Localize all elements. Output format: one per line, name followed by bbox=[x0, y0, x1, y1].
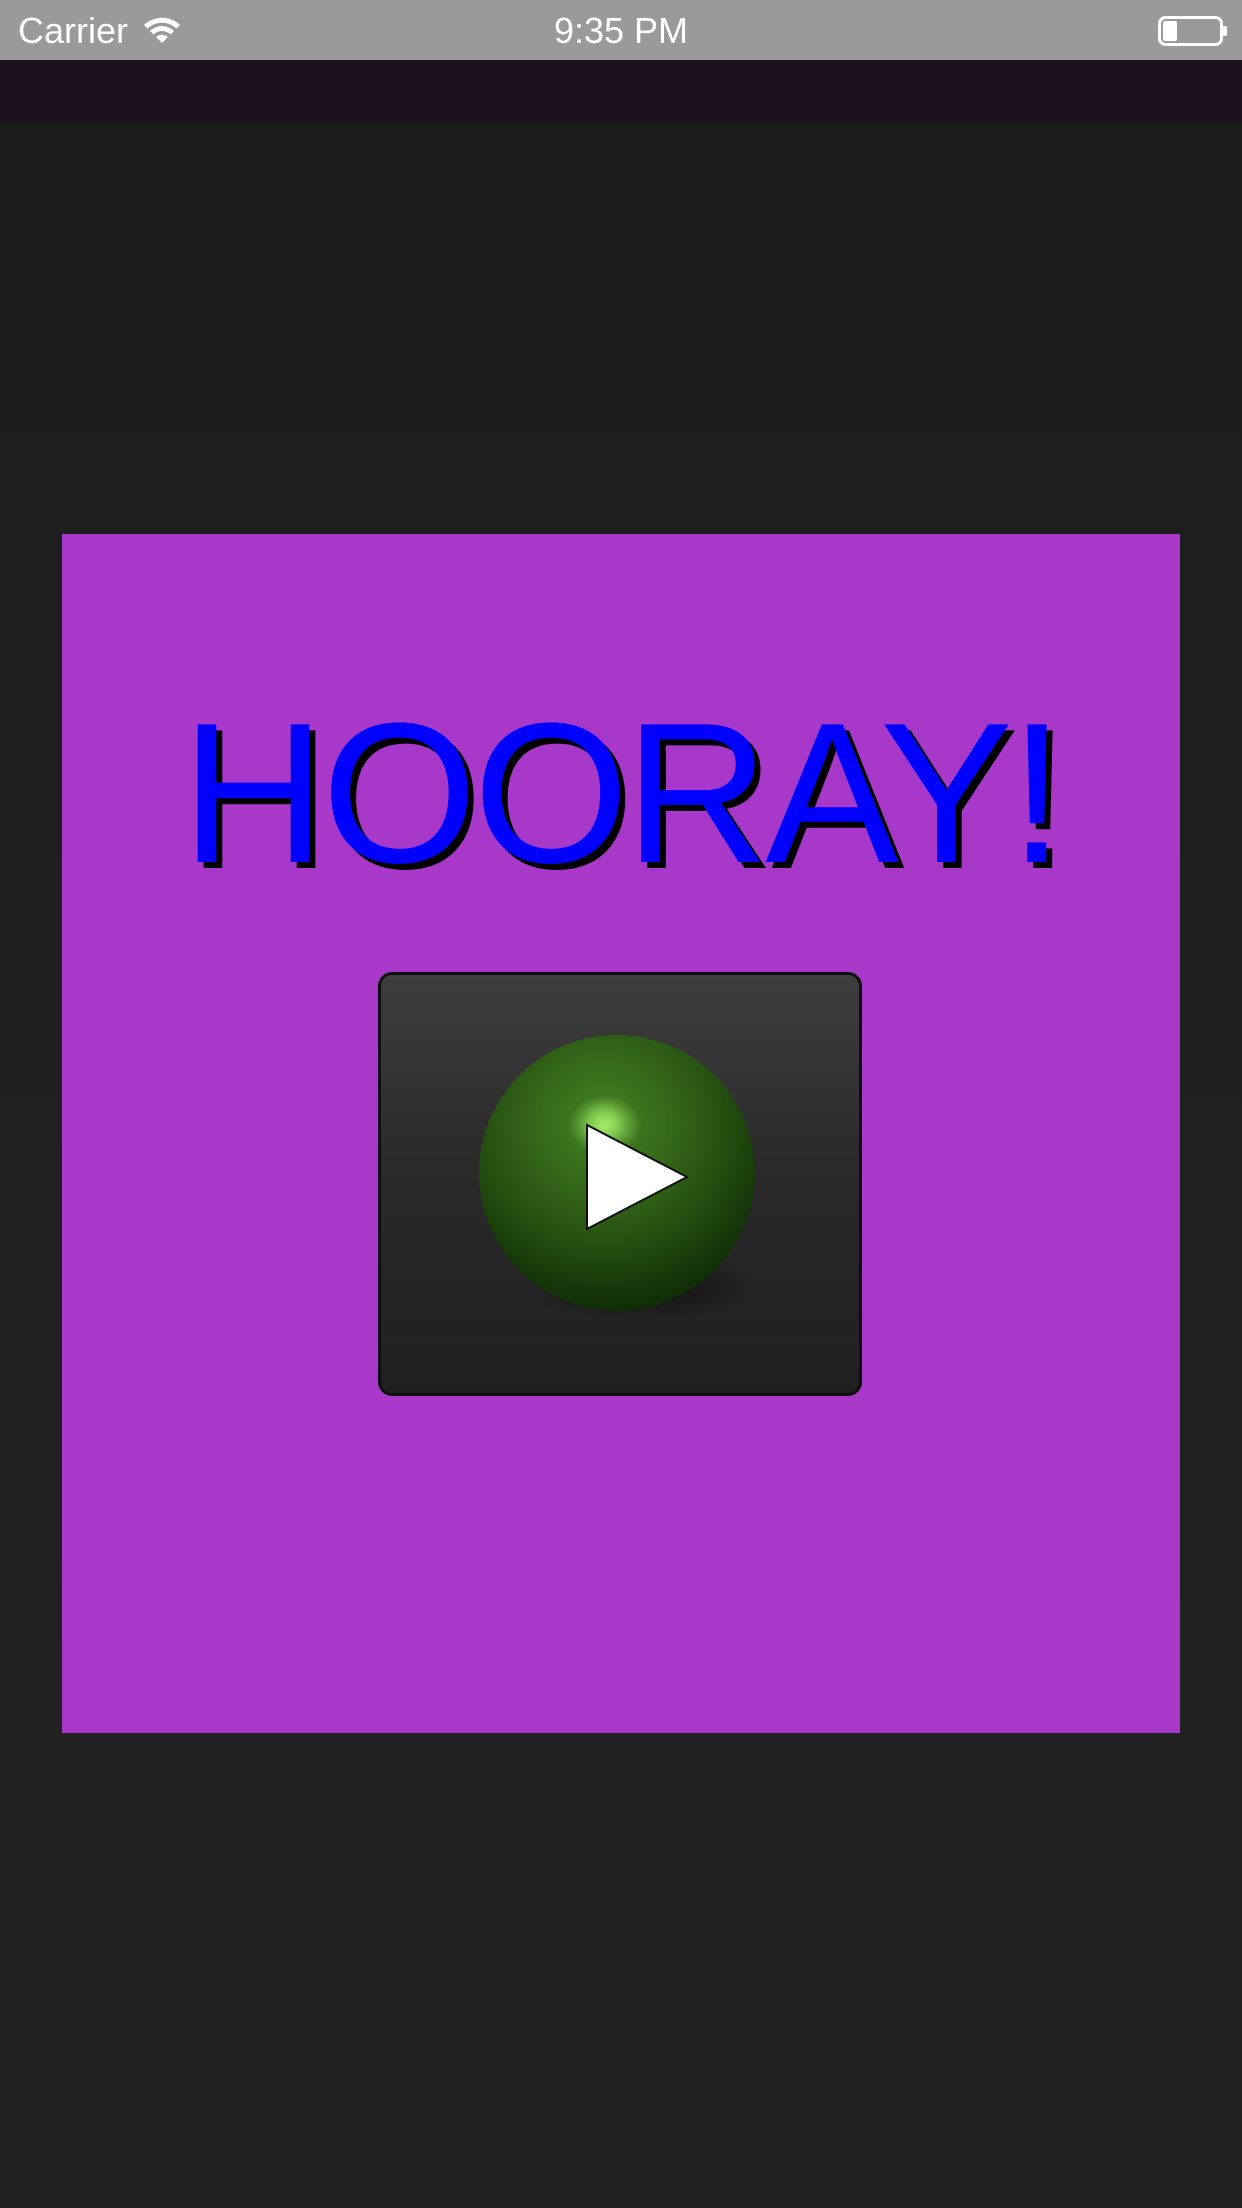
navigation-bar bbox=[0, 60, 1242, 122]
status-bar: Carrier 9:35 PM bbox=[0, 0, 1242, 60]
play-button[interactable] bbox=[378, 972, 862, 1396]
battery-icon bbox=[1158, 16, 1227, 46]
battery-fill bbox=[1163, 21, 1177, 41]
celebration-panel: HOORAY! bbox=[62, 534, 1180, 1733]
play-icon bbox=[479, 1035, 763, 1321]
hooray-headline: HOORAY! bbox=[181, 682, 1065, 905]
status-time: 9:35 PM bbox=[553, 10, 689, 51]
